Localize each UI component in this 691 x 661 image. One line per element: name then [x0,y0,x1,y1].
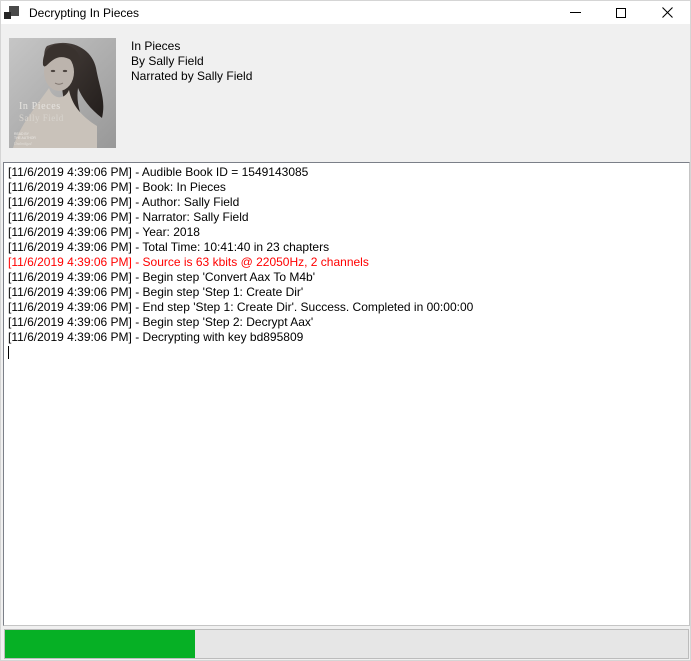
cover-eye-left [51,70,55,72]
log-line: [11/6/2019 4:39:06 PM] - Year: 2018 [8,225,685,240]
app-icon [4,5,20,21]
log-textbox[interactable]: [11/6/2019 4:39:06 PM] - Audible Book ID… [3,162,690,626]
book-narrator: Narrated by Sally Field [131,69,252,84]
app-window: Decrypting In Pieces [0,0,691,661]
book-info: In Pieces By Sally Field Narrated by Sal… [131,39,252,84]
title-bar[interactable]: Decrypting In Pieces [1,1,690,24]
log-caret-line [8,345,685,360]
close-icon [662,7,673,18]
cover-author-text: Sally Field [19,113,64,123]
log-line: [11/6/2019 4:39:06 PM] - Begin step 'Con… [8,270,685,285]
cover-eye-right [63,70,67,72]
log-line: [11/6/2019 4:39:06 PM] - Begin step 'Ste… [8,315,685,330]
cover-readby-line2: THE AUTHOR [14,136,36,140]
book-cover-image: In Pieces Sally Field READ BY THE AUTHOR… [9,38,116,148]
cover-edition-text: Unabridged [14,142,32,146]
log-line: [11/6/2019 4:39:06 PM] - Audible Book ID… [8,165,685,180]
maximize-icon [616,8,626,18]
log-line: [11/6/2019 4:39:06 PM] - Total Time: 10:… [8,240,685,255]
log-line: [11/6/2019 4:39:06 PM] - Source is 63 kb… [8,255,685,270]
minimize-button[interactable] [552,1,598,24]
progress-bar [4,629,689,659]
log-line: [11/6/2019 4:39:06 PM] - Narrator: Sally… [8,210,685,225]
book-cover-art: In Pieces Sally Field READ BY THE AUTHOR… [9,38,116,148]
progress-fill [5,630,195,658]
window-controls [552,1,690,24]
window-title: Decrypting In Pieces [29,6,139,20]
log-line: [11/6/2019 4:39:06 PM] - Decrypting with… [8,330,685,345]
app-icon-square-small [4,12,11,19]
cover-title-text: In Pieces [19,101,61,112]
close-button[interactable] [644,1,690,24]
text-caret [8,346,9,359]
book-title: In Pieces [131,39,252,54]
log-line: [11/6/2019 4:39:06 PM] - Book: In Pieces [8,180,685,195]
log-line: [11/6/2019 4:39:06 PM] - End step 'Step … [8,300,685,315]
log-line: [11/6/2019 4:39:06 PM] - Author: Sally F… [8,195,685,210]
maximize-button[interactable] [598,1,644,24]
log-line: [11/6/2019 4:39:06 PM] - Begin step 'Ste… [8,285,685,300]
book-author: By Sally Field [131,54,252,69]
minimize-icon [570,12,581,13]
